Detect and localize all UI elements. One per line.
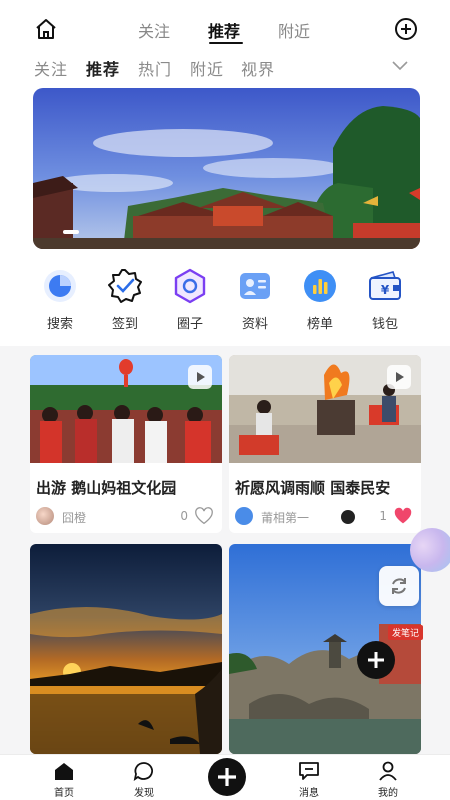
quick-checkin[interactable]: 签到	[97, 268, 153, 332]
discover-chat-icon	[133, 762, 153, 781]
subtab-recommended[interactable]: 推荐	[86, 56, 120, 80]
quick-profile[interactable]: 资料	[227, 268, 283, 332]
search-pie-icon	[44, 270, 76, 302]
publish-plus-icon	[218, 768, 236, 786]
quick-profile-label: 资料	[241, 317, 268, 332]
quick-circle-label: 圈子	[176, 317, 203, 332]
video-play-icon	[188, 365, 212, 389]
quick-checkin-label: 签到	[111, 317, 138, 332]
sub-tab-bar: 关注 推荐 热门 附近 视界	[0, 48, 450, 86]
top-tab-recommended[interactable]: 推荐	[208, 18, 240, 42]
profile-card-icon	[240, 273, 270, 299]
author-avatar[interactable]	[36, 507, 54, 525]
feed-card-2-author[interactable]: 莆相第一	[261, 509, 309, 526]
quick-circle[interactable]: 圈子	[162, 268, 218, 332]
subtab-nearby[interactable]: 附近	[190, 56, 224, 80]
nav-messages[interactable]: 消息	[284, 761, 334, 799]
quick-menu: 搜索 签到 圈子 资料 榜单 ¥ 钱包	[0, 268, 450, 340]
message-icon	[299, 762, 319, 780]
banner-carousel[interactable]	[33, 88, 420, 249]
circle-hexagon-icon	[174, 268, 206, 304]
top-tab-following[interactable]: 关注	[138, 18, 170, 42]
refresh-icon	[392, 578, 406, 594]
nav-messages-label: 消息	[299, 788, 319, 799]
wallet-icon: ¥	[369, 271, 401, 300]
quick-wallet-label: 钱包	[371, 317, 398, 332]
nav-home[interactable]: 首页	[39, 761, 89, 799]
nav-discover-label: 发现	[134, 788, 154, 799]
ranking-chart-icon	[304, 270, 336, 302]
top-tab-nearby[interactable]: 附近	[278, 18, 310, 42]
feed-card-1-image	[30, 355, 222, 463]
refresh-button[interactable]	[379, 566, 419, 606]
author-badge-icon	[341, 510, 355, 524]
feed-card-3[interactable]	[30, 544, 222, 754]
publish-button[interactable]	[208, 758, 246, 796]
heart-outline-icon[interactable]	[194, 507, 214, 525]
nav-me-label: 我的	[378, 788, 398, 799]
carousel-indicator	[63, 230, 79, 234]
feed-card-3-image	[30, 544, 222, 754]
active-tab-indicator	[209, 42, 243, 44]
feed-card-2-image	[229, 355, 421, 463]
profile-icon	[379, 761, 397, 781]
feed-card-2-likes: 1	[379, 509, 387, 523]
plus-circle-icon[interactable]	[394, 17, 418, 41]
heart-filled-icon[interactable]	[393, 507, 413, 525]
plus-icon	[368, 652, 384, 668]
feed-card-1[interactable]: 出游 鹅山妈祖文化园 囧橙 0	[30, 355, 222, 533]
nav-me[interactable]: 我的	[363, 761, 413, 799]
nav-home-label: 首页	[54, 788, 74, 799]
feed-card-1-author[interactable]: 囧橙	[62, 509, 86, 526]
chevron-down-icon[interactable]	[391, 58, 409, 72]
home-filled-icon	[55, 763, 73, 780]
quick-wallet[interactable]: ¥ 钱包	[357, 268, 413, 332]
subtab-hot[interactable]: 热门	[138, 56, 172, 80]
nav-discover[interactable]: 发现	[119, 761, 169, 799]
floating-add-button[interactable]	[357, 641, 395, 679]
subtab-following[interactable]: 关注	[34, 56, 68, 80]
video-play-icon	[387, 365, 411, 389]
subtab-horizon[interactable]: 视界	[241, 56, 275, 80]
banner-temple-image	[33, 88, 420, 249]
author-avatar[interactable]	[235, 507, 253, 525]
quick-search-label: 搜索	[46, 317, 73, 332]
quick-ranking[interactable]: 榜单	[292, 268, 348, 332]
feed-card-1-title: 出游 鹅山妈祖文化园	[36, 479, 177, 497]
feed-card-1-likes: 0	[180, 509, 188, 523]
quick-search[interactable]: 搜索	[32, 268, 88, 332]
top-bar: 关注 推荐 附近	[0, 0, 450, 48]
feed-card-2-title: 祈愿风调雨顺 国泰民安	[235, 479, 391, 497]
quick-ranking-label: 榜单	[306, 317, 333, 332]
post-note-tag[interactable]: 发笔记	[388, 625, 424, 640]
svg-text:¥: ¥	[381, 283, 390, 297]
feed-card-2[interactable]: 祈愿风调雨顺 国泰民安 莆相第一 1	[229, 355, 421, 533]
checkin-badge-icon	[108, 269, 142, 303]
home-icon[interactable]	[34, 17, 58, 41]
